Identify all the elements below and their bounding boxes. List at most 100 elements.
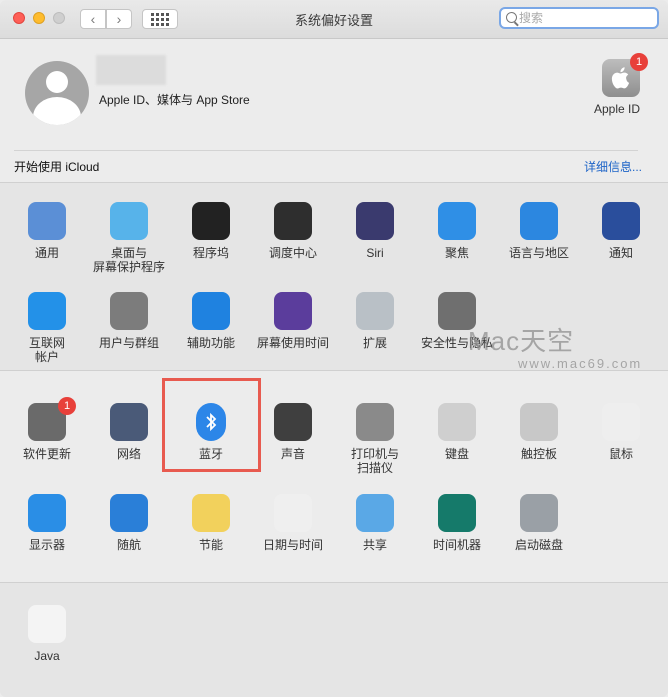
printer-icon [356,403,394,441]
java-icon [28,605,66,643]
pref-pane-label: 打印机与 扫描仪 [350,447,399,475]
pref-pane-label: 触控板 [520,447,557,461]
pref-pane-sound[interactable]: 声音 [252,403,334,461]
software-update-icon: 1 [28,397,76,441]
extensions-icon [356,292,394,330]
pref-pane-label: Siri [366,246,384,260]
siri-icon [356,202,394,240]
account-name-blurred [96,55,166,85]
pref-pane-label: 显示器 [28,538,65,552]
language-icon [520,202,558,240]
pref-pane-time-machine[interactable]: 时间机器 [416,494,498,552]
sharing-icon [356,494,394,532]
pref-pane-date-time[interactable]: 日期与时间 [252,494,334,552]
pref-pane-label: 扩展 [362,336,387,350]
pref-pane-label: 鼠标 [608,447,633,461]
pref-pane-trackpad[interactable]: 触控板 [498,403,580,461]
pref-pane-label: 随航 [116,538,141,552]
pref-pane-notifications[interactable]: 通知 [580,202,662,260]
pref-pane-label: 程序坞 [192,246,229,260]
search-field[interactable] [499,7,659,29]
sidecar-icon [110,494,148,532]
screen-time-icon [274,292,312,330]
pref-pane-label: 节能 [198,538,223,552]
pref-pane-internet-accounts[interactable]: 互联网 帐户 [6,292,88,364]
time-machine-icon [438,494,476,532]
pref-pane-energy-saver[interactable]: 节能 [170,494,252,552]
pref-pane-sharing[interactable]: 共享 [334,494,416,552]
pref-pane-label: 桌面与 屏幕保护程序 [92,246,165,274]
pref-pane-label: 屏幕使用时间 [256,336,329,350]
pref-pane-label: 辅助功能 [186,336,235,350]
spotlight-icon [438,202,476,240]
divider [14,150,638,151]
pref-pane-network[interactable]: 网络 [88,403,170,461]
pref-pane-label: 聚焦 [444,246,469,260]
notifications-icon [602,202,640,240]
apple-id-section: Apple ID、媒体与 App Store 1 Apple ID 开始使用 i… [0,39,668,182]
search-input[interactable] [519,10,649,26]
pref-pane-desktop[interactable]: 桌面与 屏幕保护程序 [88,202,170,274]
pref-pane-label: 软件更新 [22,447,71,461]
pref-pane-label: 调度中心 [268,246,317,260]
pref-pane-label: 声音 [280,447,305,461]
pref-pane-label: 键盘 [444,447,469,461]
highlight-box [162,378,261,472]
pref-pane-language[interactable]: 语言与地区 [498,202,580,260]
pref-pane-extensions[interactable]: 扩展 [334,292,416,350]
apple-id-label: Apple ID [594,102,641,116]
pref-pane-label: 日期与时间 [262,538,323,552]
pref-pane-label: Java [34,649,60,663]
pref-pane-siri[interactable]: Siri [334,202,416,260]
network-icon [110,403,148,441]
mouse-icon [602,403,640,441]
pref-pane-users[interactable]: 用户与群组 [88,292,170,350]
pref-pane-mouse[interactable]: 鼠标 [580,403,662,461]
pref-pane-label: 网络 [116,447,141,461]
title-bar: ‹ › 系统偏好设置 [0,0,668,39]
pref-pane-label: 语言与地区 [508,246,569,260]
date-time-icon [274,494,312,532]
general-icon [28,202,66,240]
users-icon [110,292,148,330]
internet-accounts-icon [28,292,66,330]
pref-pane-label: 通用 [34,246,59,260]
pref-pane-label: 共享 [362,538,387,552]
pref-pane-sidecar[interactable]: 随航 [88,494,170,552]
keyboard-icon [438,403,476,441]
pref-pane-printer[interactable]: 打印机与 扫描仪 [334,403,416,475]
pref-pane-label: 通知 [608,246,633,260]
pref-pane-label: 启动磁盘 [514,538,563,552]
accessibility-icon [192,292,230,330]
watermark-sub: www.mac69.com [518,356,643,371]
pref-pane-spotlight[interactable]: 聚焦 [416,202,498,260]
pref-pane-keyboard[interactable]: 键盘 [416,403,498,461]
pref-pane-startup-disk[interactable]: 启动磁盘 [498,494,580,552]
desktop-icon [110,202,148,240]
pref-pane-general[interactable]: 通用 [6,202,88,260]
sound-icon [274,403,312,441]
watermark: Mac天空 www.mac69.com [468,321,642,371]
trackpad-icon [520,403,558,441]
mission-control-icon [274,202,312,240]
startup-disk-icon [520,494,558,532]
other-prefs-section [0,582,668,697]
pref-pane-software-update[interactable]: 1 软件更新 [6,397,88,461]
pref-pane-label: 时间机器 [432,538,481,552]
icloud-prompt: 开始使用 iCloud [14,160,100,174]
search-icon [506,12,517,23]
pref-pane-dock[interactable]: 程序坞 [170,202,252,260]
pref-pane-display[interactable]: 显示器 [6,494,88,552]
avatar[interactable] [25,61,89,125]
energy-saver-icon [192,494,230,532]
pref-pane-mission-control[interactable]: 调度中心 [252,202,334,260]
apple-logo-icon[interactable]: 1 [602,53,648,97]
notification-badge: 1 [630,53,648,71]
details-link[interactable]: 详细信息... [584,158,642,175]
pref-pane-screen-time[interactable]: 屏幕使用时间 [252,292,334,350]
pref-pane-accessibility[interactable]: 辅助功能 [170,292,252,350]
account-subtitle: Apple ID、媒体与 App Store [99,93,250,107]
pref-pane-java[interactable]: Java [6,605,88,663]
display-icon [28,494,66,532]
pref-pane-label: 用户与群组 [98,336,159,350]
